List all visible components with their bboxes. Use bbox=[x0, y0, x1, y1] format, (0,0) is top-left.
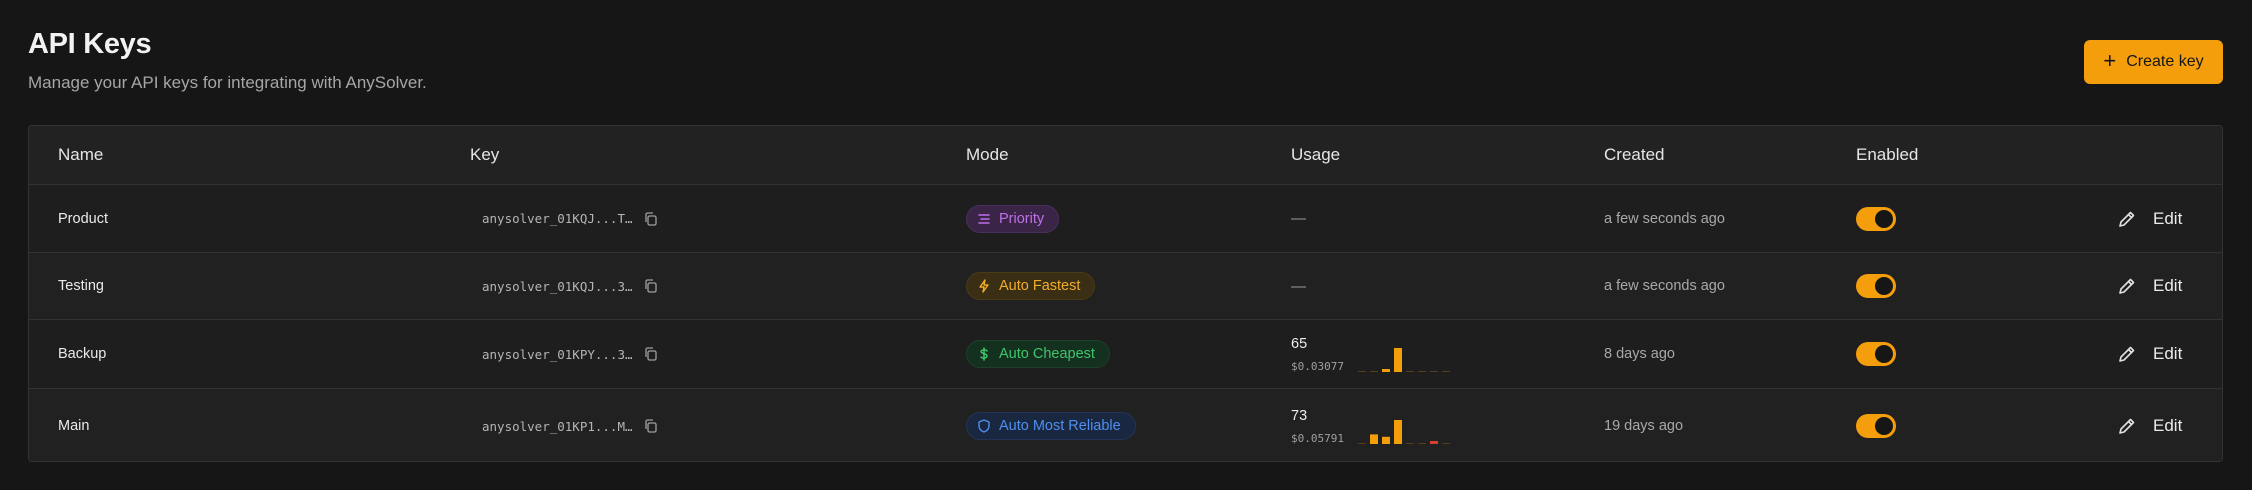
key-name: Main bbox=[58, 418, 90, 434]
sparkline-bar bbox=[1381, 368, 1390, 372]
sparkline-bar bbox=[1429, 370, 1438, 372]
edit-label: Edit bbox=[2153, 208, 2183, 228]
edit-button[interactable]: Edit bbox=[2117, 276, 2182, 296]
mode-label: Auto Fastest bbox=[999, 278, 1081, 294]
sparkline-bar bbox=[1381, 436, 1390, 444]
toggle-knob bbox=[1875, 209, 1893, 228]
sparkline-bar bbox=[1393, 347, 1402, 372]
table-row: Backup anysolver_01KPY...3… Auto Cheapes… bbox=[29, 319, 2222, 388]
usage-sparkline bbox=[1357, 419, 1450, 444]
mode-badge: Priority bbox=[966, 204, 1060, 233]
usage-sparkline bbox=[1357, 347, 1450, 372]
mode-badge: Auto Fastest bbox=[966, 272, 1096, 300]
usage-count: 73 bbox=[1291, 407, 1308, 424]
usage-empty: — bbox=[1291, 210, 1306, 227]
copy-icon[interactable] bbox=[643, 278, 659, 294]
sparkline-bar bbox=[1429, 440, 1438, 444]
pencil-icon bbox=[2119, 211, 2135, 227]
column-header-mode[interactable]: Mode bbox=[966, 126, 1009, 184]
mode-badge: Auto Most Reliable bbox=[966, 412, 1136, 440]
table-row: Testing anysolver_01KQJ...3… Auto Fastes… bbox=[29, 252, 2222, 319]
created-time: a few seconds ago bbox=[1604, 210, 1725, 227]
dollar-icon bbox=[980, 347, 988, 361]
mode-label: Auto Most Reliable bbox=[999, 418, 1121, 434]
copy-icon[interactable] bbox=[643, 211, 659, 227]
pencil-icon bbox=[2119, 278, 2135, 294]
mode-badge: Auto Cheapest bbox=[966, 340, 1110, 368]
sparkline-bar bbox=[1405, 370, 1414, 372]
enabled-toggle[interactable] bbox=[1856, 414, 1896, 438]
usage-summary: 65 $0.03077 bbox=[1291, 336, 1452, 373]
sparkline-bar bbox=[1417, 370, 1426, 372]
key-name: Testing bbox=[58, 278, 104, 294]
created-time: a few seconds ago bbox=[1604, 278, 1725, 294]
sparkline-bar bbox=[1417, 442, 1426, 444]
table-row: Main anysolver_01KP1...M… Auto Most Reli… bbox=[29, 388, 2222, 461]
table-row: Product anysolver_01KQJ...T… Priority — … bbox=[29, 184, 2222, 252]
sparkline-bar bbox=[1441, 442, 1450, 444]
page-subtitle: Manage your API keys for integrating wit… bbox=[28, 73, 427, 92]
edit-button[interactable]: Edit bbox=[2117, 209, 2182, 229]
usage-count: 65 bbox=[1291, 335, 1308, 352]
enabled-toggle[interactable] bbox=[1856, 342, 1896, 366]
column-header-name[interactable]: Name bbox=[58, 126, 103, 184]
copy-icon[interactable] bbox=[643, 418, 659, 434]
api-key-value: anysolver_01KQJ...3… bbox=[482, 278, 633, 294]
table-header: Name Key Mode Usage Created Enabled bbox=[29, 126, 2222, 184]
edit-button[interactable]: Edit bbox=[2117, 344, 2182, 364]
toggle-knob bbox=[1875, 417, 1893, 435]
edit-label: Edit bbox=[2153, 416, 2183, 435]
mode-label: Auto Cheapest bbox=[999, 346, 1095, 362]
column-header-enabled[interactable]: Enabled bbox=[1856, 126, 1918, 184]
usage-empty: — bbox=[1291, 277, 1306, 295]
api-key-value: anysolver_01KQJ...T… bbox=[482, 211, 633, 226]
pencil-icon bbox=[2119, 418, 2135, 434]
column-header-key[interactable]: Key bbox=[470, 126, 499, 184]
create-key-label: Create key bbox=[2126, 53, 2204, 70]
usage-cost: $0.05791 bbox=[1291, 431, 1344, 445]
sparkline-bar bbox=[1369, 433, 1378, 444]
edit-label: Edit bbox=[2153, 276, 2183, 295]
edit-label: Edit bbox=[2153, 344, 2183, 363]
column-header-created[interactable]: Created bbox=[1604, 126, 1664, 184]
list-icon bbox=[978, 213, 990, 224]
api-key-value: anysolver_01KPY...3… bbox=[482, 346, 633, 362]
page-title: API Keys bbox=[28, 28, 152, 60]
usage-summary: 73 $0.05791 bbox=[1291, 408, 1452, 445]
sparkline-bar bbox=[1369, 370, 1378, 372]
created-time: 19 days ago bbox=[1604, 418, 1684, 434]
plus-icon: + bbox=[2103, 48, 2117, 73]
toggle-knob bbox=[1875, 277, 1893, 295]
key-name: Backup bbox=[58, 346, 107, 362]
edit-button[interactable]: Edit bbox=[2117, 416, 2182, 436]
copy-icon[interactable] bbox=[643, 346, 659, 362]
usage-cost: $0.03077 bbox=[1291, 359, 1344, 373]
enabled-toggle[interactable] bbox=[1856, 274, 1896, 298]
api-key-value: anysolver_01KP1...M… bbox=[482, 418, 633, 434]
sparkline-bar bbox=[1393, 419, 1402, 444]
sparkline-bar bbox=[1441, 370, 1450, 372]
create-key-button[interactable]: + Create key bbox=[2084, 40, 2223, 84]
pencil-icon bbox=[2119, 346, 2135, 362]
created-time: 8 days ago bbox=[1604, 346, 1675, 362]
column-header-usage[interactable]: Usage bbox=[1291, 126, 1340, 184]
shield-icon bbox=[978, 419, 990, 433]
toggle-knob bbox=[1875, 345, 1893, 363]
sparkline-bar bbox=[1357, 442, 1366, 444]
api-keys-table: Name Key Mode Usage Created Enabled Prod… bbox=[28, 125, 2223, 462]
key-name: Product bbox=[58, 210, 108, 227]
lightning-icon bbox=[979, 279, 989, 293]
sparkline-bar bbox=[1405, 442, 1414, 444]
mode-label: Priority bbox=[999, 210, 1045, 227]
sparkline-bar bbox=[1357, 370, 1366, 372]
enabled-toggle[interactable] bbox=[1856, 206, 1896, 231]
